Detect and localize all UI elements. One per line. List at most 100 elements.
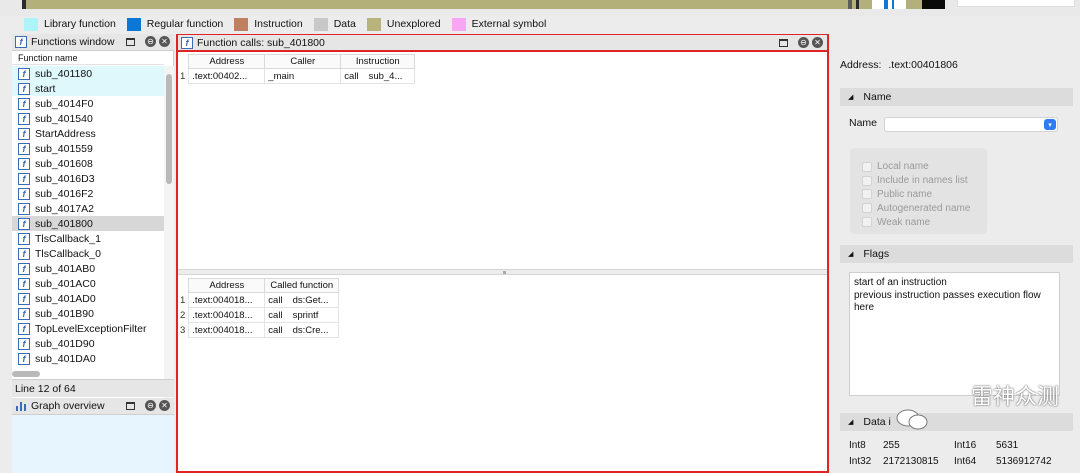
cell-caller[interactable]: _main (264, 68, 342, 84)
cell-called-function[interactable]: call sprintf (264, 307, 340, 323)
function-list-item[interactable]: f sub_401AC0 (12, 276, 164, 291)
navigation-band[interactable] (0, 0, 1080, 16)
splitter-grip[interactable] (503, 271, 506, 274)
cell-address[interactable]: .text:004018... (188, 322, 266, 338)
function-icon: f (18, 337, 30, 350)
function-list-item[interactable]: f sub_401AB0 (12, 261, 164, 276)
function-list-item[interactable]: f sub_401DA0 (12, 351, 164, 366)
cell-address[interactable]: .text:00402... (188, 68, 266, 84)
function-list-item[interactable]: f sub_401559 (12, 141, 164, 156)
close-icon[interactable]: ✕ (812, 37, 823, 48)
checkbox-weak-name[interactable]: Weak name (862, 215, 987, 229)
function-calls-titlebar[interactable]: f Function calls: sub_401800 ⊖ ✕ (178, 35, 827, 52)
function-icon: f (18, 352, 30, 365)
legend-label: Instruction (254, 18, 303, 30)
name-select[interactable]: ▾ (884, 117, 1058, 132)
restore-icon[interactable] (779, 38, 788, 47)
function-name: sub_4016F2 (35, 187, 94, 200)
cell-address[interactable]: .text:004018... (188, 307, 266, 323)
float-icon[interactable]: ⊖ (145, 36, 156, 47)
legend-label: Unexplored (386, 18, 441, 30)
function-list-item[interactable]: f TopLevelExceptionFilter (12, 321, 164, 336)
data-section-header[interactable]: ◢ Data i (840, 413, 1073, 431)
function-name: StartAddress (35, 127, 96, 140)
window-buttons: ⊖ ✕ (126, 36, 170, 47)
function-icon: f (18, 277, 30, 290)
function-list-item[interactable]: f sub_401608 (12, 156, 164, 171)
column-header-function-name[interactable]: Function name (12, 52, 164, 65)
float-icon[interactable]: ⊖ (798, 37, 809, 48)
nav-segment (22, 0, 26, 9)
function-list-item[interactable]: f sub_4016D3 (12, 171, 164, 186)
checkbox-box[interactable] (862, 217, 872, 228)
vertical-scrollbar[interactable] (164, 66, 174, 402)
horizontal-scroll-thumb[interactable] (12, 371, 40, 377)
column-header-caller[interactable]: Caller (264, 54, 342, 69)
nav-segment (848, 0, 852, 9)
float-icon[interactable]: ⊖ (145, 400, 156, 411)
instruction-op: call (268, 324, 283, 336)
function-list-item[interactable]: f sub_401AD0 (12, 291, 164, 306)
checkbox-box[interactable] (862, 189, 872, 200)
callers-rows: 1 .text:00402... _main call sub_4... (178, 68, 416, 84)
index-header (178, 278, 189, 293)
column-header-address[interactable]: Address (188, 278, 266, 293)
window-buttons: ⊖ ✕ (779, 37, 823, 48)
legend-item: Library function (24, 17, 116, 31)
pane-splitter[interactable] (178, 269, 827, 275)
close-icon[interactable]: ✕ (159, 36, 170, 47)
function-list-item[interactable]: f start (12, 81, 164, 96)
cell-called-function[interactable]: call ds:Cre... (264, 322, 340, 338)
checkbox-include-in-names-list[interactable]: Include in names list (862, 174, 987, 188)
table-row[interactable]: 1 .text:00402... _main call sub_4... (178, 68, 416, 84)
column-header-called-function[interactable]: Called function (264, 278, 340, 293)
checkbox-autogenerated-name[interactable]: Autogenerated name (862, 201, 987, 215)
table-row[interactable]: 3 .text:004018... call ds:Cre... (178, 322, 340, 338)
restore-icon[interactable] (126, 37, 135, 46)
int32-label: Int32 (849, 456, 872, 467)
function-list-item[interactable]: f StartAddress (12, 126, 164, 141)
address-label: Address: (840, 59, 882, 71)
cell-instruction[interactable]: call sub_4... (340, 68, 416, 84)
function-icon: f (18, 97, 30, 110)
function-list-item[interactable]: f sub_401180 (12, 66, 164, 81)
column-header-instruction[interactable]: Instruction (340, 54, 416, 69)
function-list-item[interactable]: f sub_4017A2 (12, 201, 164, 216)
cell-called-function[interactable]: call ds:Get... (264, 292, 340, 308)
checkbox-box[interactable] (862, 161, 872, 172)
function-list-item[interactable]: f sub_401540 (12, 111, 164, 126)
column-header-address[interactable]: Address (188, 54, 266, 69)
functions-window-titlebar[interactable]: f Functions window ⊖ ✕ (12, 34, 174, 51)
function-list-item[interactable]: f sub_4016F2 (12, 186, 164, 201)
checkbox-local-name[interactable]: Local name (862, 160, 987, 174)
cell-address[interactable]: .text:004018... (188, 292, 266, 308)
checkbox-public-name[interactable]: Public name (862, 188, 987, 202)
instruction-target: ds:Cre... (292, 324, 329, 336)
table-row[interactable]: 2 .text:004018... call sprintf (178, 307, 340, 323)
function-calls-window: f Function calls: sub_401800 ⊖ ✕ Address… (176, 34, 829, 473)
graph-overview-titlebar[interactable]: Graph overview ⊖ ✕ (12, 398, 174, 415)
checkbox-box[interactable] (862, 203, 872, 214)
function-list-item[interactable]: f sub_4014F0 (12, 96, 164, 111)
name-section-title: Name (863, 91, 892, 103)
function-list-item[interactable]: f TlsCallback_0 (12, 246, 164, 261)
color-legend: Library function Regular function Instru… (0, 16, 1080, 32)
navigation-bar[interactable] (22, 0, 945, 9)
flags-line: previous instruction passes execution fl… (854, 289, 1041, 301)
chevron-down-icon[interactable]: ▾ (1044, 119, 1056, 130)
name-section-header[interactable]: ◢ Name (840, 88, 1073, 106)
table-row[interactable]: 1 .text:004018... call ds:Get... (178, 292, 340, 308)
flags-section-header[interactable]: ◢ Flags (840, 245, 1073, 263)
int8-value: 255 (883, 440, 900, 451)
function-list-item[interactable]: f TlsCallback_1 (12, 231, 164, 246)
checkbox-box[interactable] (862, 175, 872, 186)
row-index: 1 (180, 294, 186, 306)
nav-search-box[interactable] (957, 0, 1075, 7)
scroll-thumb[interactable] (166, 74, 172, 184)
close-icon[interactable]: ✕ (159, 400, 170, 411)
window-buttons: ⊖ ✕ (126, 400, 170, 411)
function-list-item[interactable]: f sub_401D90 (12, 336, 164, 351)
restore-icon[interactable] (126, 401, 135, 410)
function-list-item[interactable]: f sub_401B90 (12, 306, 164, 321)
function-list-item[interactable]: f sub_401800 (12, 216, 164, 231)
